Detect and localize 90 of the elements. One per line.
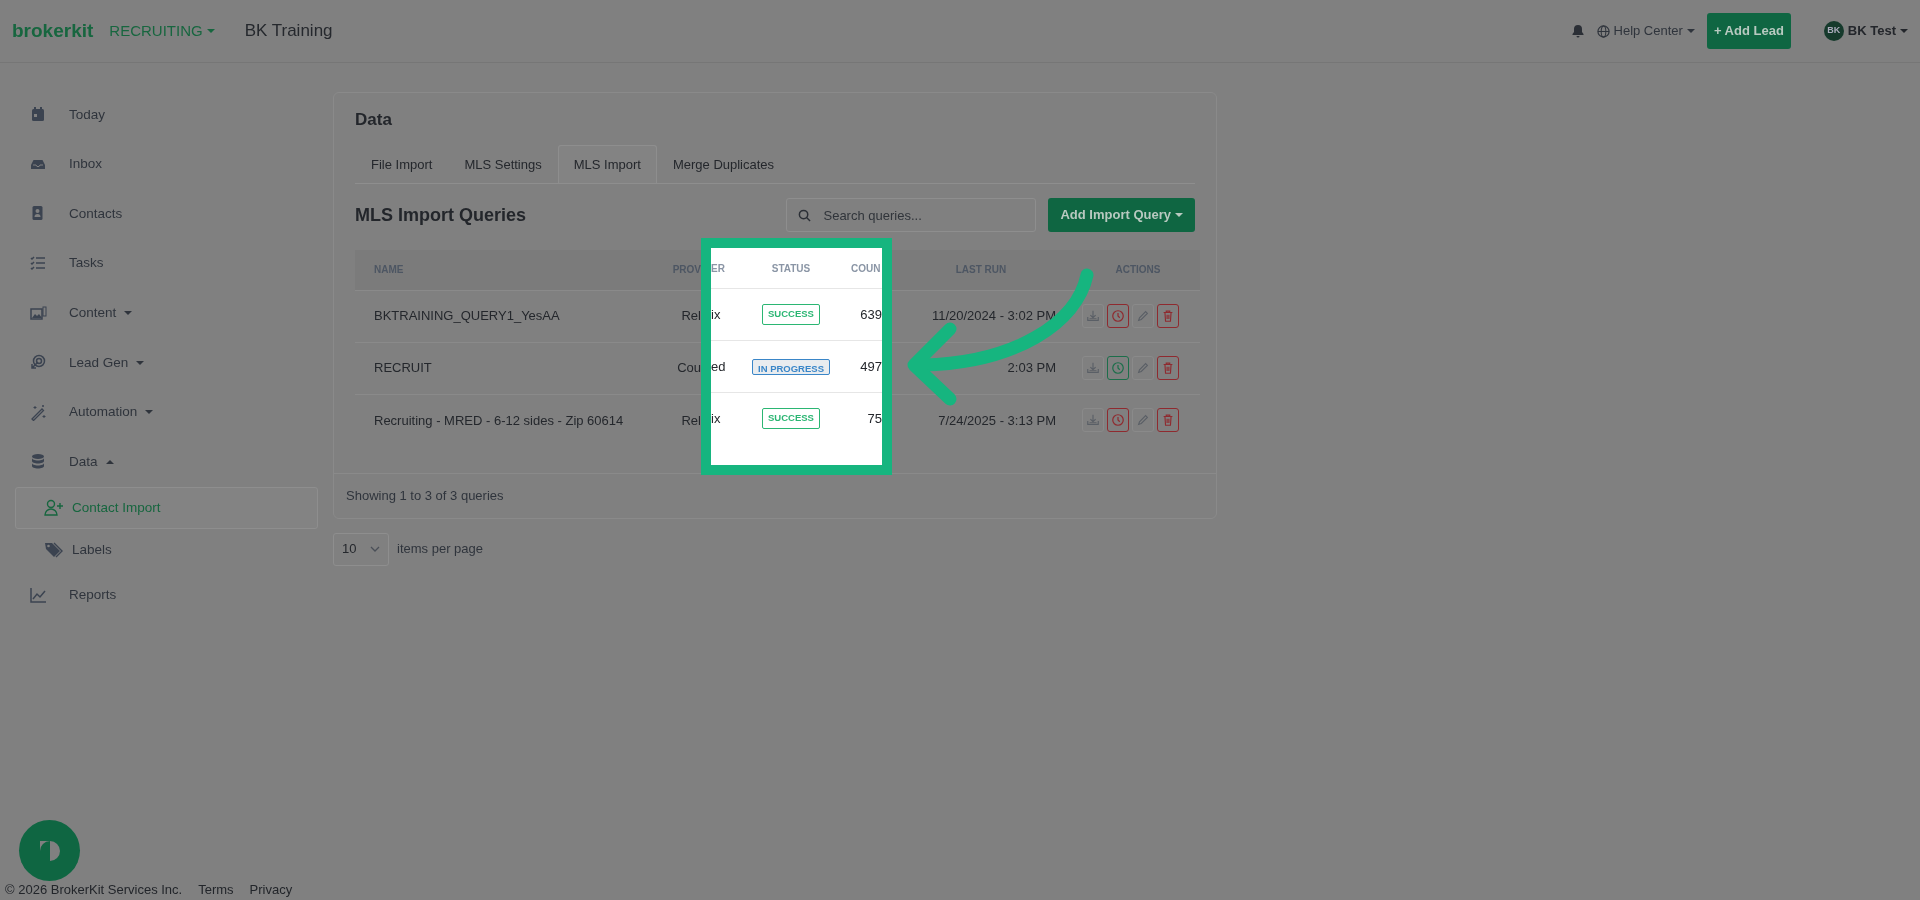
- chevron-down-icon: [370, 546, 380, 552]
- clock-icon: [1111, 360, 1125, 375]
- sidebar-item[interactable]: Contacts: [0, 189, 333, 239]
- bell-icon: [1570, 24, 1585, 38]
- sidebar-subitem[interactable]: Labels: [15, 528, 318, 571]
- sidebar-item[interactable]: Automation: [0, 387, 333, 438]
- table-cell: Cou: [677, 360, 701, 376]
- download-icon: [1086, 360, 1100, 375]
- edit-button[interactable]: [1132, 408, 1154, 432]
- status-badge: SUCCESS: [762, 408, 820, 429]
- schedule-button[interactable]: [1107, 355, 1129, 380]
- magic-wand-icon: [30, 403, 47, 421]
- table-summary: Showing 1 to 3 of 3 queries: [334, 473, 1216, 518]
- calendar-icon: [30, 106, 47, 124]
- sidebar-subitem[interactable]: Contact Import: [15, 486, 318, 529]
- column-header: ER: [711, 261, 725, 276]
- organization-name: BK Training: [244, 20, 333, 43]
- avatar: BK: [1823, 21, 1844, 41]
- search-icon: [798, 209, 812, 222]
- table-cell: 7/24/2025 - 3:13 PM: [938, 412, 1056, 428]
- edit-button[interactable]: [1132, 303, 1154, 328]
- column-header: STATUS: [771, 261, 811, 276]
- table-cell-text: 639: [860, 305, 882, 324]
- copyright-text: © 2026 BrokerKit Services Inc.: [5, 881, 183, 899]
- target-icon: [30, 354, 47, 372]
- trash-icon: [1161, 308, 1175, 323]
- images-icon: [30, 304, 47, 322]
- database-icon: [30, 453, 47, 471]
- footer-link[interactable]: Privacy: [249, 880, 293, 900]
- table-cell-text: ix: [711, 305, 721, 324]
- delete-button[interactable]: [1157, 355, 1179, 380]
- user-menu[interactable]: BK BK Test: [1823, 21, 1908, 41]
- globe-icon: [1596, 24, 1610, 38]
- table-cell: Rel: [681, 412, 701, 428]
- chat-button[interactable]: [19, 820, 80, 881]
- sidebar-item[interactable]: Content: [0, 288, 333, 338]
- schedule-button[interactable]: [1107, 303, 1129, 328]
- tab[interactable]: MLS Settings: [448, 144, 558, 183]
- page-size-select[interactable]: 10: [333, 532, 389, 566]
- clock-icon: [1111, 413, 1125, 427]
- table-cell-text: 75: [867, 409, 882, 428]
- user-plus-icon: [44, 499, 64, 517]
- section-heading: MLS Import Queries: [355, 203, 527, 227]
- download-button[interactable]: [1082, 355, 1104, 380]
- workspace-dropdown[interactable]: RECRUITING: [109, 19, 215, 43]
- status-badge: SUCCESS: [762, 304, 820, 325]
- sidebar-item[interactable]: Inbox: [0, 139, 333, 190]
- trash-icon: [1161, 413, 1175, 427]
- column-header: COUN: [851, 261, 881, 276]
- table-cell: 2:03 PM: [1007, 360, 1056, 376]
- table-cell: Recruiting - MRED - 6-12 sides - Zip 60614: [374, 412, 624, 428]
- table-cell-text: ed: [711, 357, 726, 376]
- sidebar-item[interactable]: Data: [0, 437, 333, 487]
- status-badge: IN PROGRESS: [752, 358, 830, 375]
- download-icon: [1086, 308, 1100, 323]
- table-cell-text: ix: [711, 409, 721, 428]
- trash-icon: [1161, 360, 1175, 375]
- download-button[interactable]: [1082, 408, 1104, 432]
- download-icon: [1086, 413, 1100, 427]
- pencil-icon: [1136, 308, 1150, 323]
- tab[interactable]: Merge Duplicates: [656, 144, 791, 183]
- table-cell-text: 497: [860, 357, 882, 376]
- checklist-icon: [30, 255, 47, 273]
- sidebar-item[interactable]: Lead Gen: [0, 337, 333, 388]
- logo[interactable]: brokerkit: [12, 16, 94, 46]
- sidebar-item[interactable]: Today: [0, 90, 333, 140]
- pencil-icon: [1136, 360, 1150, 375]
- delete-button[interactable]: [1157, 408, 1179, 432]
- tab[interactable]: MLS Import: [557, 144, 657, 183]
- download-button[interactable]: [1082, 303, 1104, 328]
- delete-button[interactable]: [1157, 303, 1179, 328]
- line-chart-icon: [30, 587, 47, 605]
- tab[interactable]: File Import: [355, 144, 449, 183]
- clock-icon: [1111, 308, 1125, 323]
- table-cell: RECRUIT: [374, 360, 432, 376]
- sidebar-item[interactable]: Tasks: [0, 238, 333, 289]
- table-cell: BKTRAINING_QUERY1_YesAA: [374, 308, 560, 324]
- schedule-button[interactable]: [1107, 408, 1129, 432]
- table-cell: Rel: [681, 308, 701, 324]
- pencil-icon: [1136, 413, 1150, 427]
- edit-button[interactable]: [1132, 355, 1154, 380]
- card-title: Data: [355, 109, 393, 131]
- help-center-dropdown[interactable]: Help Center: [1596, 21, 1695, 41]
- sidebar-item[interactable]: Reports: [0, 570, 333, 621]
- add-import-query-button[interactable]: Add Import Query: [1048, 198, 1195, 232]
- footer-link[interactable]: Terms: [198, 880, 234, 900]
- page-size-label: items per page: [397, 540, 483, 559]
- tags-icon: [44, 541, 64, 559]
- search-field[interactable]: Search queries...: [786, 198, 1037, 232]
- add-lead-button[interactable]: + Add Lead: [1706, 13, 1791, 49]
